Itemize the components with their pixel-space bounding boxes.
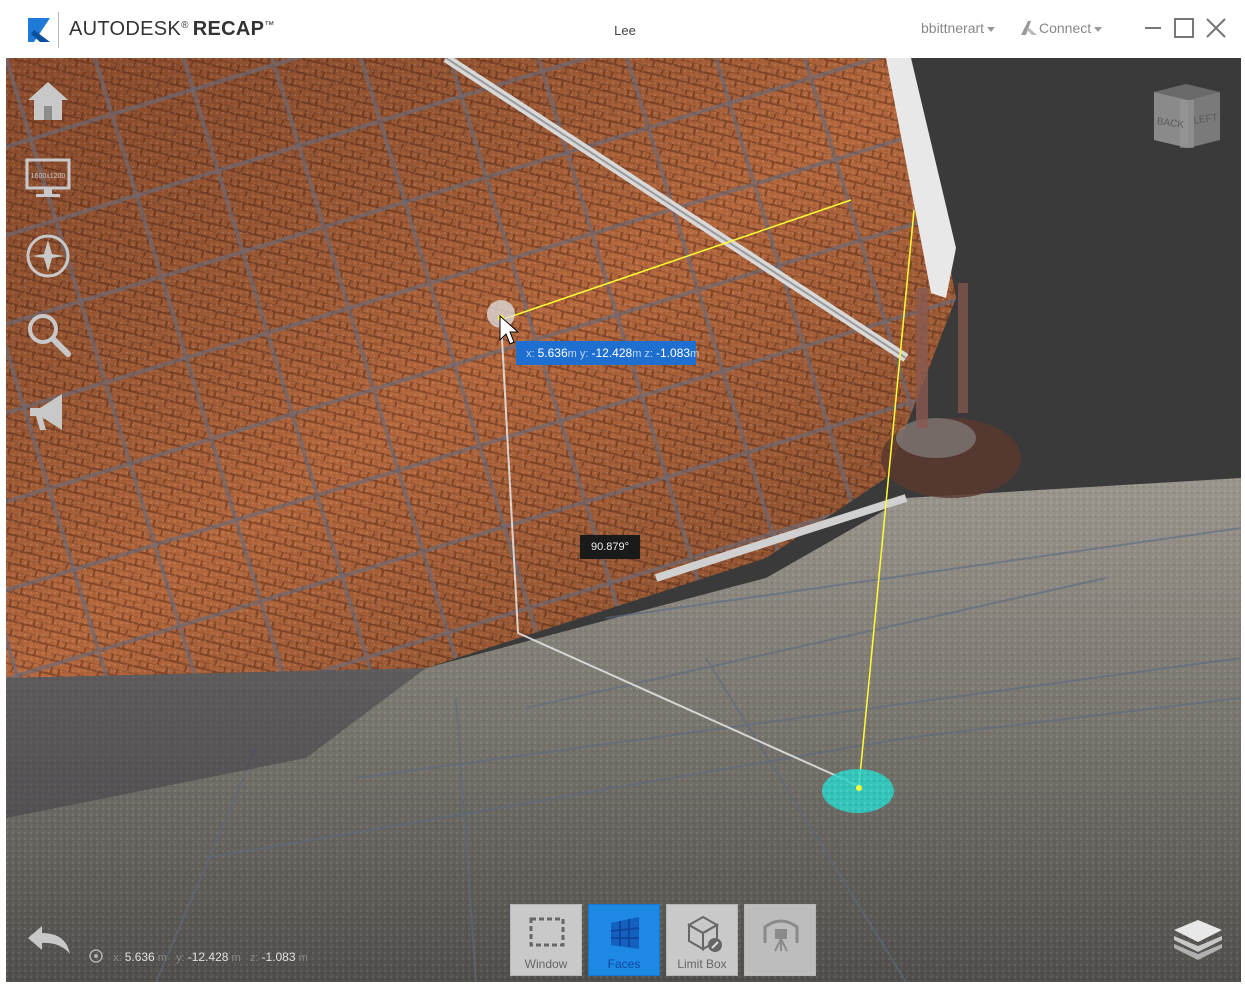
minimize-button[interactable]: [1140, 15, 1166, 41]
target-icon: [89, 949, 103, 963]
coordinate-readout: x: 5.636 m y: -12.428 m z: -1.083 m: [88, 948, 308, 968]
user-menu[interactable]: bbittnerart: [921, 20, 996, 36]
chevron-down-icon: [1094, 26, 1103, 32]
tooltip-x-value: 5.636: [537, 346, 568, 360]
magnifier-icon[interactable]: [24, 310, 72, 358]
faces-select-button[interactable]: Faces: [588, 904, 660, 976]
chevron-down-icon: [987, 26, 996, 32]
product-name: RECAP: [192, 18, 265, 40]
viewcube[interactable]: BACK LEFT: [1150, 82, 1224, 150]
connect-label: Connect: [1039, 20, 1092, 36]
limit-box-icon: [686, 915, 722, 952]
scanner-icon: [763, 919, 799, 952]
resolution-label: 1600x1200: [31, 173, 66, 180]
connect-menu[interactable]: Connect: [1021, 20, 1103, 36]
user-name: bbittnerart: [921, 20, 985, 36]
display-icon[interactable]: 1600x1200: [24, 154, 72, 202]
compass-icon[interactable]: [24, 232, 72, 280]
angle-measurement-label: 90.879°: [580, 535, 640, 559]
readout-z-value: -1.083: [261, 950, 296, 964]
autodesk-a-icon: [1021, 21, 1037, 35]
limit-box-label: Limit Box: [677, 957, 727, 971]
window-select-icon: [529, 917, 565, 947]
readout-y-value: -12.428: [187, 950, 229, 964]
window-select-label: Window: [524, 957, 568, 971]
limit-box-button[interactable]: Limit Box: [666, 904, 738, 976]
layers-icon[interactable]: [1170, 918, 1226, 962]
faces-icon: [610, 917, 640, 949]
app-title: AUTODESK® RECAP™: [69, 18, 275, 40]
window-select-button[interactable]: Window: [510, 904, 582, 976]
home-icon[interactable]: [24, 78, 72, 126]
coordinate-tooltip: x: 5.636m y: -12.428m z: -1.083m: [516, 341, 699, 365]
readout-x-value: 5.636: [124, 950, 155, 964]
autodesk-logo-icon: [28, 18, 50, 42]
point-cloud-viewport[interactable]: 1600x1200 x: 5.636m y: -12.428m z: -1.08…: [6, 58, 1241, 982]
scan-region-button[interactable]: [744, 904, 816, 976]
megaphone-icon[interactable]: [24, 388, 72, 436]
title-bar: AUTODESK® RECAP™ Lee bbittnerart Connect: [0, 0, 1245, 58]
brand-name: AUTODESK: [69, 18, 182, 40]
back-arrow-icon[interactable]: [22, 920, 74, 960]
tooltip-z-value: -1.083: [656, 346, 691, 360]
maximize-button[interactable]: [1171, 15, 1197, 41]
close-button[interactable]: [1203, 15, 1229, 41]
tooltip-y-value: -12.428: [591, 346, 633, 360]
point-cloud-scene: [6, 58, 1241, 982]
logo-separator: [58, 12, 59, 48]
faces-select-label: Faces: [607, 957, 641, 971]
document-title: Lee: [614, 23, 636, 38]
